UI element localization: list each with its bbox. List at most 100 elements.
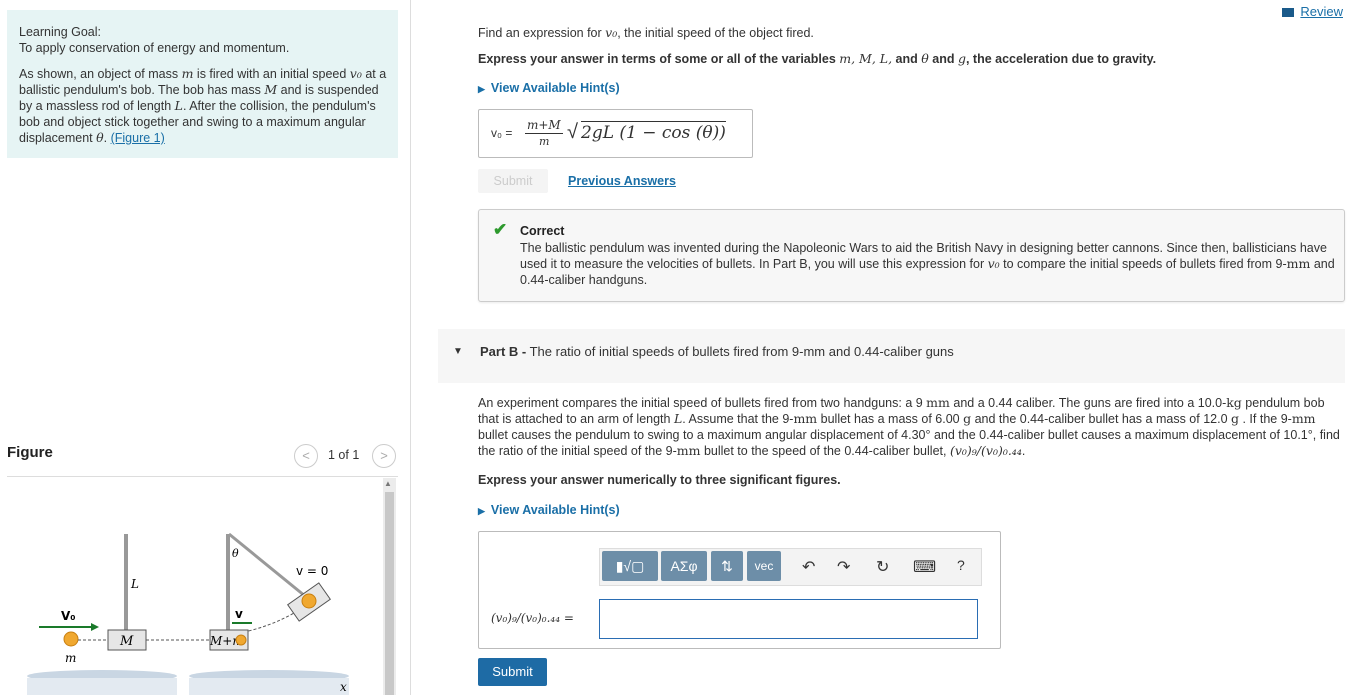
book-icon — [1282, 8, 1297, 18]
var-v0: v₀ — [605, 25, 618, 40]
hint-label: View Available Hint(s) — [490, 503, 620, 517]
caret-right-icon: ▶ — [478, 506, 485, 516]
next-figure-button[interactable]: > — [372, 444, 396, 468]
label-v: v — [235, 607, 243, 621]
review-label: Review — [1300, 4, 1343, 19]
scrollbar-thumb[interactable] — [385, 492, 394, 695]
problem-description: As shown, an object of mass m is fired w… — [19, 66, 389, 146]
instruction-text: , the acceleration due to gravity. — [965, 52, 1157, 66]
fraction-bar — [525, 133, 563, 134]
scroll-up-icon[interactable]: ▲ — [384, 479, 392, 488]
answer-lhs: v₀ = — [491, 126, 513, 140]
unit-mm: mm — [1286, 256, 1311, 271]
var-theta: θ — [96, 130, 104, 145]
label-M: M — [119, 634, 134, 649]
unit-mm: mm — [926, 395, 950, 410]
question-text: , the initial speed of the object fired. — [617, 26, 814, 40]
unit-g: g — [1231, 411, 1240, 426]
var-theta: θ — [921, 51, 929, 66]
part-a-answer-display: v₀ = m+M m √ 2gL (1 − cos (θ)) — [478, 109, 753, 158]
sqrt-content: 2gL (1 − cos (θ)) — [581, 121, 726, 143]
part-a-submit-button[interactable]: Submit — [478, 169, 548, 193]
greek-symbols-button[interactable]: ΑΣφ — [661, 551, 707, 581]
swung-rod — [228, 532, 306, 598]
question-text: . — [1021, 444, 1026, 458]
desc-text: . — [103, 131, 111, 145]
review-link[interactable]: Review — [1282, 4, 1343, 19]
help-icon[interactable]: ? — [957, 557, 965, 573]
chevron-right-icon: > — [380, 448, 388, 463]
column-divider — [410, 0, 411, 695]
part-b-title: Part B - The ratio of initial speeds of … — [480, 344, 954, 359]
part-b-submit-button[interactable]: Submit — [478, 658, 547, 686]
part-b-header[interactable]: ▼ Part B - The ratio of initial speeds o… — [438, 329, 1345, 383]
ballistic-pendulum-figure: L V₀ m M θ v M+m v = 0 x — [27, 532, 349, 695]
floor-base — [189, 678, 349, 695]
part-a-hint-toggle[interactable]: ▶ View Available Hint(s) — [478, 81, 620, 95]
learning-goal-title: Learning Goal: — [19, 25, 102, 39]
var-m: m — [181, 66, 194, 81]
correct-title: Correct — [520, 224, 565, 238]
subscript-superscript-button[interactable]: ⇅ — [711, 551, 743, 581]
question-text: . If the 9- — [1239, 412, 1292, 426]
correct-body: The ballistic pendulum was invented duri… — [520, 240, 1335, 288]
unit-mm: mm — [793, 411, 818, 426]
question-text: bullet to the speed of the 0.44-caliber … — [700, 444, 950, 458]
learning-goal-subtitle: To apply conservation of energy and mome… — [19, 41, 290, 55]
instruction-text: and — [928, 52, 958, 66]
figure-pager: 1 of 1 — [328, 448, 360, 462]
caret-right-icon: ▶ — [478, 84, 485, 94]
correct-feedback-box: ✔ Correct The ballistic pendulum was inv… — [478, 209, 1345, 302]
part-a-instruction: Express your answer in terms of some or … — [478, 51, 1156, 66]
bullet-ball — [63, 631, 79, 647]
caret-down-icon: ▼ — [453, 346, 463, 357]
figure-label: Figure — [7, 444, 53, 461]
pendulum-rod — [124, 534, 128, 632]
undo-icon[interactable]: ↶ — [802, 557, 815, 577]
unit-kg: kg — [1226, 395, 1242, 410]
part-b-label: Part B - — [480, 344, 527, 359]
part-b-hint-toggle[interactable]: ▶ View Available Hint(s) — [478, 503, 620, 517]
feedback-text: to compare the initial speeds of bullets… — [999, 257, 1287, 271]
figure-divider — [7, 476, 398, 477]
velocity-arrow-head — [91, 623, 99, 631]
unit-g: g — [963, 411, 972, 426]
part-b-instruction: Express your answer numerically to three… — [478, 473, 841, 487]
raised-ball — [301, 593, 317, 609]
var-M: M — [264, 82, 278, 97]
learning-goal-panel: Learning Goal: To apply conservation of … — [7, 10, 398, 158]
figure-scrollbar[interactable]: ▲ — [383, 478, 396, 695]
instruction-text: Express your answer in terms of some or … — [478, 52, 840, 66]
input-label: (v₀)₉/(v₀)₀.₄₄ = — [491, 611, 574, 625]
reset-icon[interactable]: ↻ — [876, 557, 889, 577]
keyboard-icon[interactable]: ⌨ — [913, 557, 936, 577]
question-text: bullet has a mass of 6.00 — [817, 412, 964, 426]
prev-figure-button[interactable]: < — [294, 444, 318, 468]
question-text: and the 0.44-caliber bullet has a mass o… — [971, 412, 1231, 426]
redo-icon[interactable]: ↷ — [837, 557, 850, 577]
ratio-answer-input[interactable] — [599, 599, 978, 639]
label-L: L — [130, 577, 139, 591]
embedded-ball — [235, 634, 247, 646]
templates-button[interactable]: ▮√▢ — [602, 551, 658, 581]
instruction-text: and — [892, 52, 922, 66]
var-v0: v₀ — [349, 66, 362, 81]
var-v0: v₀ — [987, 256, 1000, 271]
label-v0: V₀ — [61, 609, 76, 623]
fraction-numerator: m+M — [527, 118, 561, 132]
part-a-question: Find an expression for v₀, the initial s… — [478, 25, 814, 40]
label-m: m — [65, 651, 76, 665]
hint-label: View Available Hint(s) — [490, 81, 620, 95]
part-b-title-text: The ratio of initial speeds of bullets f… — [526, 344, 954, 359]
fraction-denominator: m — [539, 135, 550, 148]
previous-answers-link[interactable]: Previous Answers — [568, 174, 676, 188]
part-b-question: An experiment compares the initial speed… — [478, 395, 1344, 459]
question-text: An experiment compares the initial speed… — [478, 396, 927, 410]
question-text: . Assume that the 9- — [682, 412, 794, 426]
var-g: g — [957, 51, 966, 66]
question-text: and a 0.44 caliber. The guns are fired i… — [949, 396, 1227, 410]
vector-button[interactable]: vec — [747, 551, 781, 581]
figure-link[interactable]: (Figure 1) — [111, 131, 165, 145]
desc-text: As shown, an object of mass — [19, 67, 182, 81]
pendulum-rod-after — [226, 534, 230, 632]
